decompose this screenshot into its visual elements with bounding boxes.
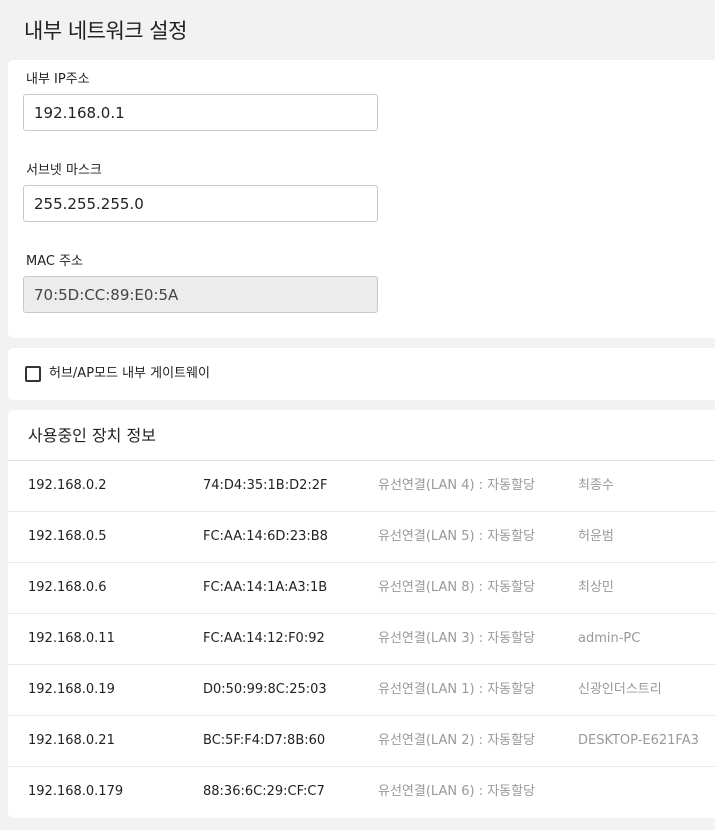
device-row: 192.168.0.2 74:D4:35:1B:D2:2F 유선연결(LAN 4… (8, 461, 715, 512)
device-list: 192.168.0.2 74:D4:35:1B:D2:2F 유선연결(LAN 4… (8, 460, 715, 817)
device-mac: 74:D4:35:1B:D2:2F (203, 478, 328, 493)
device-row: 192.168.0.179 88:36:6C:29:CF:C7 유선연결(LAN… (8, 767, 715, 817)
device-ip: 192.168.0.5 (28, 529, 107, 544)
device-name: admin-PC (578, 631, 641, 646)
device-ip: 192.168.0.21 (28, 733, 115, 748)
device-ip: 192.168.0.19 (28, 682, 115, 697)
device-name: 신광인더스트리 (578, 682, 662, 697)
device-mac: 88:36:6C:29:CF:C7 (203, 784, 325, 799)
device-connection: 유선연결(LAN 2) : 자동할당 (378, 733, 536, 748)
device-ip: 192.168.0.6 (28, 580, 107, 595)
device-mac: BC:5F:F4:D7:8B:60 (203, 733, 326, 748)
device-mac: FC:AA:14:6D:23:B8 (203, 529, 328, 544)
subnet-mask-input[interactable] (23, 185, 378, 222)
device-row: 192.168.0.11 FC:AA:14:12:F0:92 유선연결(LAN … (8, 614, 715, 665)
network-settings-card: 내부 IP주소 서브넷 마스크 MAC 주소 (8, 60, 715, 338)
device-connection: 유선연결(LAN 4) : 자동할당 (378, 478, 536, 493)
device-ip: 192.168.0.11 (28, 631, 115, 646)
device-connection: 유선연결(LAN 1) : 자동할당 (378, 682, 536, 697)
device-ip: 192.168.0.2 (28, 478, 107, 493)
device-connection: 유선연결(LAN 5) : 자동할당 (378, 529, 536, 544)
device-row: 192.168.0.19 D0:50:99:8C:25:03 유선연결(LAN … (8, 665, 715, 716)
device-row: 192.168.0.6 FC:AA:14:1A:A3:1B 유선연결(LAN 8… (8, 563, 715, 614)
device-mac: FC:AA:14:1A:A3:1B (203, 580, 328, 595)
device-mac: D0:50:99:8C:25:03 (203, 682, 327, 697)
device-row: 192.168.0.21 BC:5F:F4:D7:8B:60 유선연결(LAN … (8, 716, 715, 767)
hub-ap-gateway-label[interactable]: 허브/AP모드 내부 게이트웨이 (49, 366, 210, 382)
device-row: 192.168.0.5 FC:AA:14:6D:23:B8 유선연결(LAN 5… (8, 512, 715, 563)
devices-title: 사용중인 장치 정보 (28, 426, 156, 445)
devices-card: 사용중인 장치 정보 192.168.0.2 74:D4:35:1B:D2:2F… (8, 410, 715, 818)
hub-ap-gateway-option[interactable]: 허브/AP모드 내부 게이트웨이 (25, 366, 210, 382)
device-mac: FC:AA:14:12:F0:92 (203, 631, 325, 646)
device-name: 최상민 (578, 580, 614, 595)
device-ip: 192.168.0.179 (28, 784, 124, 799)
mac-address-field (23, 276, 378, 313)
device-name: 최종수 (578, 478, 614, 493)
ip-address-label: 내부 IP주소 (26, 72, 90, 87)
device-connection: 유선연결(LAN 3) : 자동할당 (378, 631, 536, 646)
device-connection: 유선연결(LAN 8) : 자동할당 (378, 580, 536, 595)
device-connection: 유선연결(LAN 6) : 자동할당 (378, 784, 536, 799)
gateway-option-card: 허브/AP모드 내부 게이트웨이 (8, 348, 715, 400)
ip-address-input[interactable] (23, 94, 378, 131)
subnet-mask-label: 서브넷 마스크 (26, 163, 102, 178)
device-name: 허윤범 (578, 529, 614, 544)
device-name: DESKTOP-E621FA3 (578, 733, 699, 748)
page-title: 내부 네트워크 설정 (24, 19, 187, 43)
hub-ap-gateway-checkbox[interactable] (25, 366, 41, 382)
mac-address-label: MAC 주소 (26, 254, 84, 269)
